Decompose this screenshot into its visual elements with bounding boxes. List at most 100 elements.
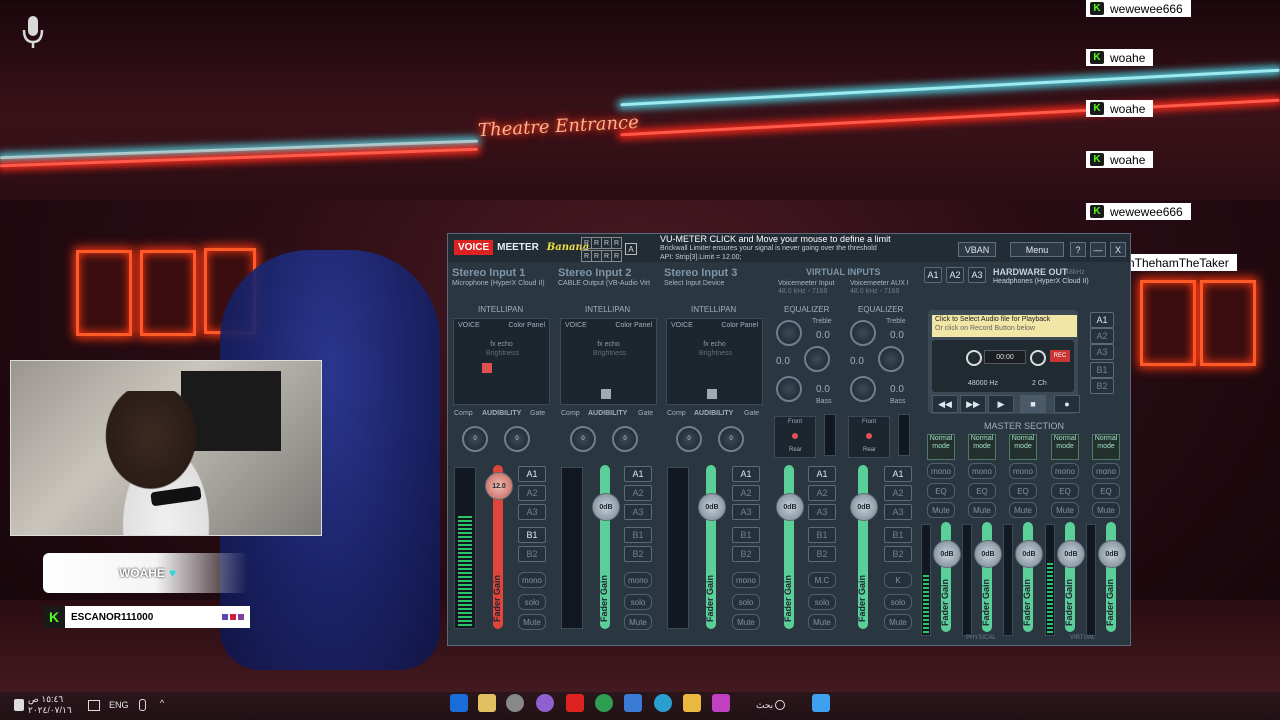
strip-2-gate-knob[interactable]: 0 (612, 426, 638, 452)
strip-3-mute-button[interactable]: Mute (732, 614, 760, 630)
virtual-1-solo-button[interactable]: solo (808, 594, 836, 610)
strip-3-a3-button[interactable]: A3 (732, 504, 760, 520)
master-a1-vu[interactable] (921, 524, 931, 636)
master-a2-mute-button[interactable]: Mute (968, 502, 996, 518)
hw-out-a2-button[interactable]: A2 (946, 267, 964, 283)
master-a3-mono-button[interactable]: mono (1009, 463, 1037, 479)
chevron-up-icon[interactable]: ^ (160, 698, 164, 708)
strip-3-vu-meter[interactable] (667, 467, 689, 629)
strip-2-b1-button[interactable]: B1 (624, 527, 652, 543)
strip-1-vu-meter[interactable] (454, 467, 476, 629)
virtual-1-vu-meter[interactable] (824, 414, 836, 456)
master-b1-fader-knob[interactable]: 0dB (1057, 540, 1085, 568)
strip-1-comp-knob[interactable]: 0 (462, 426, 488, 452)
virtual-2-a2-button[interactable]: A2 (884, 485, 912, 501)
strip-3-b1-button[interactable]: B1 (732, 527, 760, 543)
strip-1-intellipan[interactable]: VOICE Color Panel fx echo Brightness (453, 318, 550, 405)
strip-2-a2-button[interactable]: A2 (624, 485, 652, 501)
search-icon[interactable] (775, 700, 785, 710)
cassette-hz[interactable]: 48000 Hz (968, 380, 998, 387)
virtual-1-b2-button[interactable]: B2 (808, 546, 836, 562)
strip-2-a1-button[interactable]: A1 (624, 466, 652, 482)
strip-3-solo-button[interactable]: solo (732, 594, 760, 610)
virtual-2-bass-knob[interactable] (850, 376, 876, 402)
strip-2-title[interactable]: Stereo Input 2 (558, 267, 631, 279)
cassette-a1-button[interactable]: A1 (1090, 312, 1114, 328)
pan-handle[interactable] (707, 389, 717, 399)
master-a1-eq-button[interactable]: EQ (927, 483, 955, 499)
master-a2-mono-button[interactable]: mono (968, 463, 996, 479)
master-a3-vu[interactable] (1003, 524, 1013, 636)
master-b2-vu[interactable] (1086, 524, 1096, 636)
virtual-2-a3-button[interactable]: A3 (884, 504, 912, 520)
strip-3-b2-button[interactable]: B2 (732, 546, 760, 562)
app-icon[interactable] (595, 694, 613, 712)
strip-3-intellipan[interactable]: VOICE Color Panel fx echo Brightness (666, 318, 763, 405)
strip-1-title[interactable]: Stereo Input 1 (452, 267, 525, 279)
virtual-1-bass-knob[interactable] (776, 376, 802, 402)
app-icon[interactable] (506, 694, 524, 712)
strip-1-b1-button[interactable]: B1 (518, 527, 546, 543)
master-b2-eq-button[interactable]: EQ (1092, 483, 1120, 499)
strip-2-fader-knob[interactable]: 0dB (592, 493, 620, 521)
virtual-2-b1-button[interactable]: B1 (884, 527, 912, 543)
monitor-icon[interactable] (88, 700, 100, 711)
app-icon[interactable] (624, 694, 642, 712)
virtual-1-b1-button[interactable]: B1 (808, 527, 836, 543)
master-b1-eq-button[interactable]: EQ (1051, 483, 1079, 499)
language-indicator[interactable]: ENG (109, 700, 129, 710)
master-a2-eq-button[interactable]: EQ (968, 483, 996, 499)
strip-2-mono-button[interactable]: mono (624, 572, 652, 588)
strip-3-a2-button[interactable]: A2 (732, 485, 760, 501)
master-a1-mono-button[interactable]: mono (927, 463, 955, 479)
strip-2-device[interactable]: CABLE Output (VB-Audio Virt (558, 280, 650, 287)
virtual-1-treble-knob[interactable] (776, 320, 802, 346)
master-a1-fader-knob[interactable]: 0dB (933, 540, 961, 568)
cassette-b2-button[interactable]: B2 (1090, 378, 1114, 394)
virtual-2-surround-panel[interactable]: Front Rear (848, 416, 890, 458)
strip-1-fader-knob[interactable]: 12.0 (485, 472, 513, 500)
menu-button[interactable]: Menu (1010, 242, 1064, 257)
record-button[interactable]: ● (1054, 395, 1080, 413)
strip-1-mute-button[interactable]: Mute (518, 614, 546, 630)
strip-1-a2-button[interactable]: A2 (518, 485, 546, 501)
virtual-2-solo-button[interactable]: solo (884, 594, 912, 610)
virtual-1-mid-knob[interactable] (804, 346, 830, 372)
master-a2-mode-button[interactable]: Normal mode (968, 434, 996, 460)
strip-3-gate-knob[interactable]: 0 (718, 426, 744, 452)
virtual-1-a1-button[interactable]: A1 (808, 466, 836, 482)
strip-2-b2-button[interactable]: B2 (624, 546, 652, 562)
minimize-button[interactable]: — (1090, 242, 1106, 257)
clock-time[interactable]: ١٥:٤٦ ص (28, 694, 63, 705)
virtual-2-fader-knob[interactable]: 0dB (850, 493, 878, 521)
virtual-2-mid-knob[interactable] (878, 346, 904, 372)
search-box[interactable]: بحث (756, 700, 773, 711)
master-a3-mute-button[interactable]: Mute (1009, 502, 1037, 518)
cassette-lcd[interactable]: Click to Select Audio file for Playback … (932, 315, 1077, 337)
strip-1-a3-button[interactable]: A3 (518, 504, 546, 520)
strip-3-title[interactable]: Stereo Input 3 (664, 267, 737, 279)
voicemeeter-taskbar-icon[interactable] (566, 694, 584, 712)
virtual-1-mc-button[interactable]: M.C (808, 572, 836, 588)
folder-icon[interactable] (683, 694, 701, 712)
stop-button[interactable]: ■ (1020, 395, 1046, 413)
strip-2-a3-button[interactable]: A3 (624, 504, 652, 520)
clock-date[interactable]: ٢٠٢٤/٠٧/١٦ (28, 705, 72, 716)
strip-3-a1-button[interactable]: A1 (732, 466, 760, 482)
virtual-2-vu-meter[interactable] (898, 414, 910, 456)
strip-1-b2-button[interactable]: B2 (518, 546, 546, 562)
master-b2-mode-button[interactable]: Normal mode (1092, 434, 1120, 460)
strip-2-solo-button[interactable]: solo (624, 594, 652, 610)
surround-dot[interactable] (792, 433, 798, 439)
master-a3-fader-knob[interactable]: 0dB (1015, 540, 1043, 568)
edge-icon[interactable] (654, 694, 672, 712)
strip-2-mute-button[interactable]: Mute (624, 614, 652, 630)
virtual-2-a1-button[interactable]: A1 (884, 466, 912, 482)
hw-out-a3-button[interactable]: A3 (968, 267, 986, 283)
strip-2-intellipan[interactable]: VOICE Color Panel fx echo Brightness (560, 318, 657, 405)
master-b1-mode-button[interactable]: Normal mode (1051, 434, 1079, 460)
record-indicator[interactable]: REC (1050, 350, 1070, 362)
app-icon[interactable] (450, 694, 468, 712)
cassette-a2-button[interactable]: A2 (1090, 328, 1114, 344)
strip-2-vu-meter[interactable] (561, 467, 583, 629)
